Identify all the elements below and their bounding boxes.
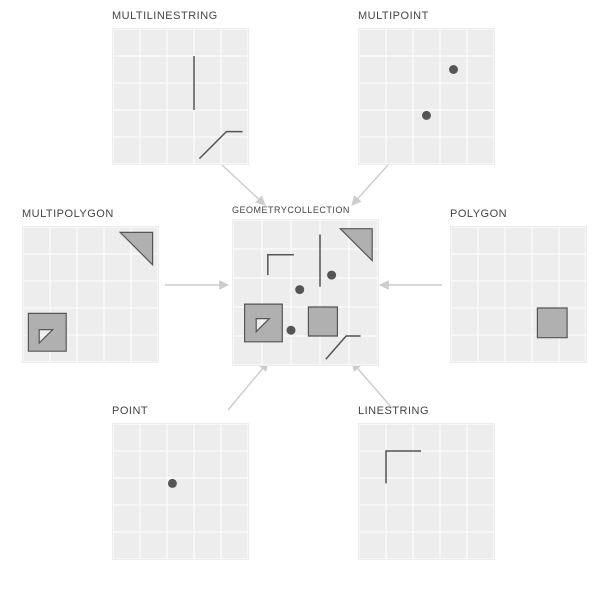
label-point: POINT	[112, 405, 148, 417]
plot-multipoint	[358, 28, 495, 165]
panel-geometrycollection: GEOMETRYCOLLECTION	[232, 205, 379, 352]
label-multipolygon: MULTIPOLYGON	[22, 208, 114, 220]
diagram-stage: MULTILINESTRING MULTIPOINT MULTIPOLYGON …	[0, 0, 600, 600]
panel-linestring: LINESTRING	[358, 405, 495, 542]
label-multipoint: MULTIPOINT	[358, 10, 429, 22]
panel-multipolygon: MULTIPOLYGON	[22, 208, 159, 345]
plot-multipolygon	[22, 226, 159, 363]
arrow-from-multilinestring	[222, 165, 265, 205]
label-geometrycollection: GEOMETRYCOLLECTION	[232, 205, 350, 215]
label-polygon: POLYGON	[450, 208, 507, 220]
label-multilinestring: MULTILINESTRING	[112, 10, 218, 22]
plot-polygon	[450, 226, 587, 363]
arrow-from-point	[228, 362, 268, 410]
arrow-from-linestring	[352, 362, 392, 408]
plot-multilinestring	[112, 28, 249, 165]
arrow-from-multipoint	[352, 165, 388, 205]
label-linestring: LINESTRING	[358, 405, 429, 417]
plot-geometrycollection	[232, 219, 379, 366]
plot-point	[112, 423, 249, 560]
panel-polygon: POLYGON	[450, 208, 587, 345]
panel-multilinestring: MULTILINESTRING	[112, 10, 249, 147]
plot-linestring	[358, 423, 495, 560]
panel-multipoint: MULTIPOINT	[358, 10, 495, 147]
panel-point: POINT	[112, 405, 249, 542]
